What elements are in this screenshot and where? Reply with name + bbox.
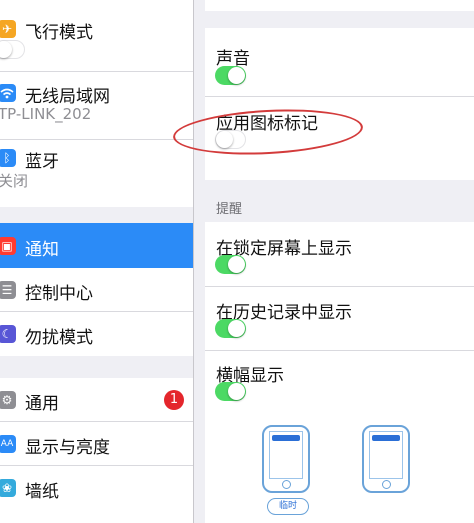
top-card-remnant [205,0,474,11]
wifi-network-name: TP-LINK_202 [0,105,92,123]
bluetooth-status: 关闭 [0,172,29,190]
sidebar-item-wifi[interactable]: 无线局域网 TP-LINK_202 [0,72,193,140]
bluetooth-icon: ᛒ [0,149,16,167]
show-in-history-toggle[interactable] [215,319,246,338]
connectivity-group: ✈ 飞行模式 无线局域网 TP-LINK_202 ᛒ 蓝牙 关闭 [0,0,193,207]
sidebar-item-label: 蓝牙 [25,152,59,172]
gear-icon: ⚙ [0,391,16,409]
show-on-lock-screen-toggle[interactable] [215,255,246,274]
settings-sidebar: ✈ 飞行模式 无线局域网 TP-LINK_202 ᛒ 蓝牙 关闭 ▣ 通知 ☰ … [0,0,193,523]
update-badge: 1 [164,390,184,410]
control-center-icon: ☰ [0,281,16,299]
display-brightness-icon: AA [0,435,16,453]
sidebar-item-notifications[interactable]: ▣ 通知 [0,223,193,268]
sidebar-item-label: 无线局域网 [25,87,110,107]
sidebar-item-airplane-mode[interactable]: ✈ 飞行模式 [0,0,193,72]
alerts-card: 在锁定屏幕上显示 在历史记录中显示 横幅显示 临时 [205,222,474,523]
wifi-icon [0,84,16,102]
banner-style-temporary-preview[interactable] [262,425,310,493]
sidebar-item-label: 通知 [25,240,59,260]
sidebar-item-display-brightness[interactable]: AA 显示与亮度 [0,422,193,466]
sidebar-item-label: 勿扰模式 [25,328,93,348]
banner-style-temporary-label[interactable]: 临时 [267,498,309,515]
alerts-section-header: 提醒 [216,202,243,217]
sidebar-item-label: 显示与亮度 [25,438,110,458]
sidebar-item-label: 墙纸 [25,482,59,502]
sidebar-item-bluetooth[interactable]: ᛒ 蓝牙 关闭 [0,140,193,207]
notifications-icon: ▣ [0,237,16,255]
wallpaper-icon: ❀ [0,479,16,497]
sidebar-item-general[interactable]: ⚙ 通用 1 [0,378,193,422]
airplane-icon: ✈ [0,20,16,38]
sidebar-item-label: 控制中心 [25,284,93,304]
sidebar-item-label: 飞行模式 [25,23,93,43]
moon-icon: ☾ [0,325,16,343]
sidebar-item-wallpaper[interactable]: ❀ 墙纸 [0,466,193,510]
banner-style-persistent-preview[interactable] [362,425,410,493]
notifications-group: ▣ 通知 ☰ 控制中心 ☾ 勿扰模式 [0,223,193,356]
sound-toggle[interactable] [215,66,246,85]
split-divider [193,0,205,523]
airplane-mode-toggle[interactable] [0,40,25,59]
sidebar-item-label: 通用 [25,394,59,414]
general-group: ⚙ 通用 1 AA 显示与亮度 ❀ 墙纸 [0,378,193,523]
show-as-banners-toggle[interactable] [215,382,246,401]
app-settings-card: 声音 应用图标标记 [171,28,474,180]
notification-detail-pane: 声音 应用图标标记 提醒 在锁定屏幕上显示 在历史记录中显示 横幅显示 临时 [171,0,474,523]
sidebar-item-do-not-disturb[interactable]: ☾ 勿扰模式 [0,312,193,356]
sidebar-item-control-center[interactable]: ☰ 控制中心 [0,268,193,312]
